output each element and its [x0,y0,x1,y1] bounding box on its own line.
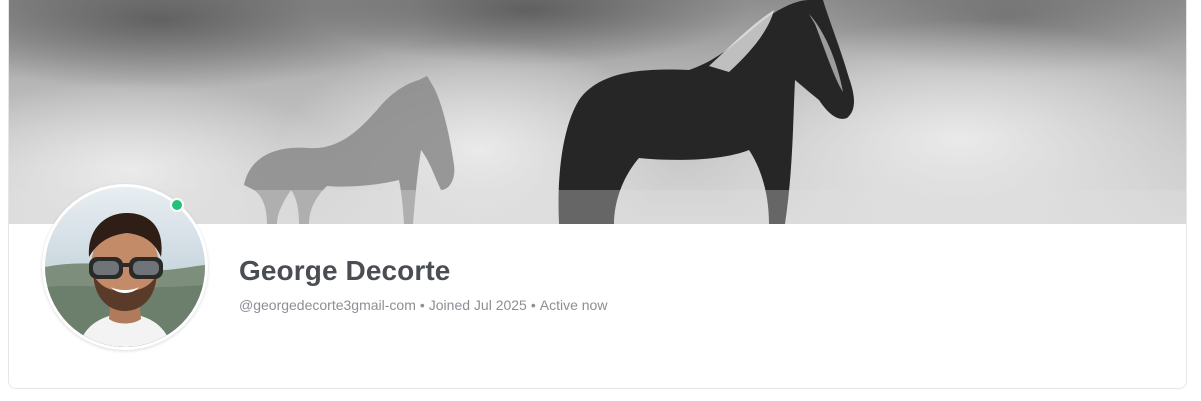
profile-name: George Decorte [239,255,451,286]
profile-activity-status: Active now [539,297,608,313]
profile-handle: @georgedecorte3gmail-com [239,297,416,313]
profile-meta: @georgedecorte3gmail-com • Joined Jul 2025… [239,297,607,313]
avatar[interactable] [42,184,208,350]
meta-separator: • [419,297,425,313]
profile-joined-date: Joined Jul 2025 [428,297,527,313]
online-status-indicator [170,198,184,212]
meta-separator: • [530,297,536,313]
profile-card: George Decorte @georgedecorte3gmail-com •… [8,0,1187,389]
avatar-container[interactable] [42,184,208,350]
